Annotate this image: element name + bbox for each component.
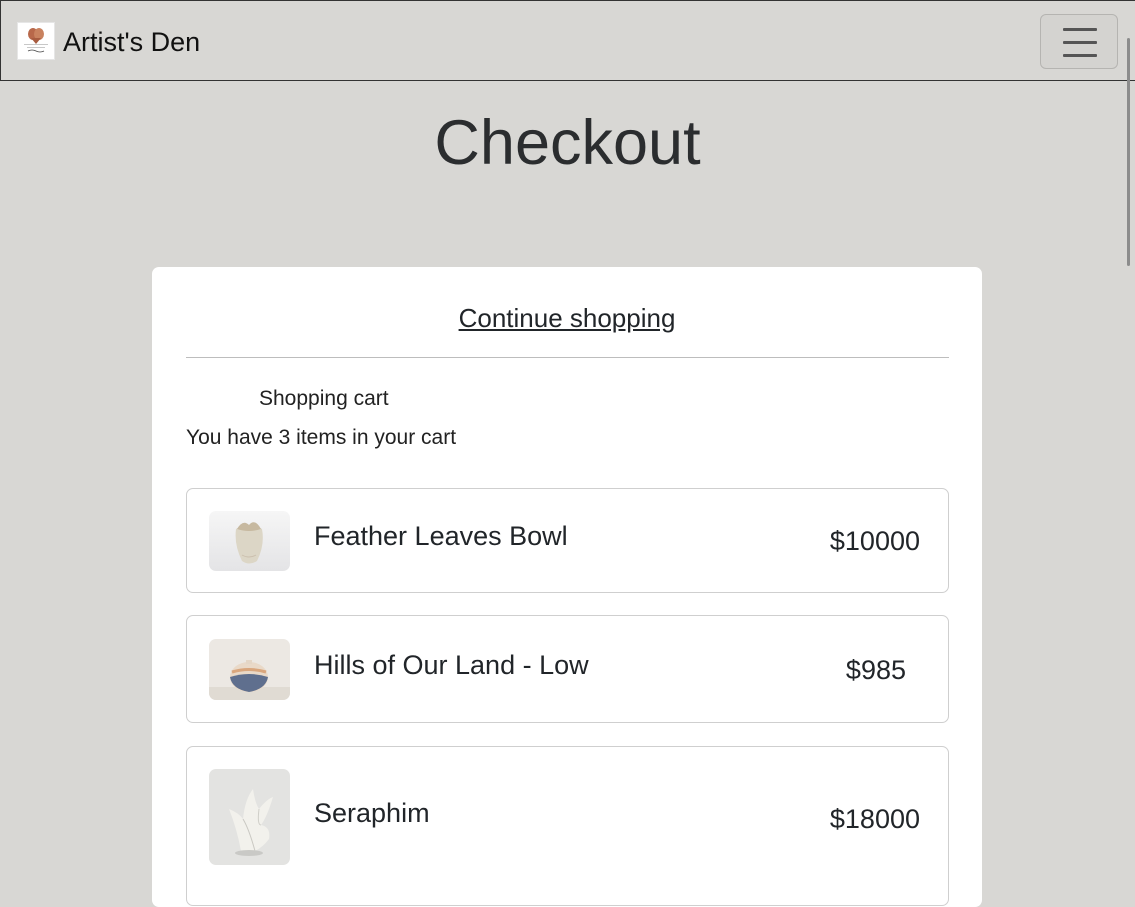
item-price: $985 xyxy=(845,655,906,685)
product-image xyxy=(209,639,290,700)
divider xyxy=(186,357,949,358)
product-image xyxy=(209,769,290,865)
product-image xyxy=(209,511,290,571)
menu-toggle-button[interactable] xyxy=(1040,14,1118,69)
cart-item[interactable]: Feather Leaves Bowl $10000 xyxy=(186,488,949,593)
item-name: Seraphim xyxy=(314,798,430,828)
checkout-card: Continue shopping Shopping cart You have… xyxy=(152,267,982,907)
continue-shopping-link[interactable]: Continue shopping xyxy=(152,301,982,335)
page-title: Checkout xyxy=(434,108,701,178)
brand-name[interactable]: Artist's Den xyxy=(63,25,200,59)
hamburger-menu-bar xyxy=(1063,41,1097,44)
hamburger-menu-icon xyxy=(1063,28,1097,31)
item-price: $18000 xyxy=(829,804,920,834)
item-price: $10000 xyxy=(829,526,920,556)
cart-heading: Shopping cart xyxy=(259,387,389,410)
top-navbar: Artist's Den xyxy=(0,0,1135,81)
cart-item-count: You have 3 items in your cart xyxy=(186,426,457,449)
cart-item[interactable]: Hills of Our Land - Low $985 xyxy=(186,615,949,723)
item-name: Feather Leaves Bowl xyxy=(314,521,568,551)
item-name: Hills of Our Land - Low xyxy=(314,650,589,680)
hamburger-menu-bar xyxy=(1063,54,1097,57)
cart-item[interactable]: Seraphim $18000 xyxy=(186,746,949,906)
pottery-logo-icon[interactable] xyxy=(17,22,55,60)
